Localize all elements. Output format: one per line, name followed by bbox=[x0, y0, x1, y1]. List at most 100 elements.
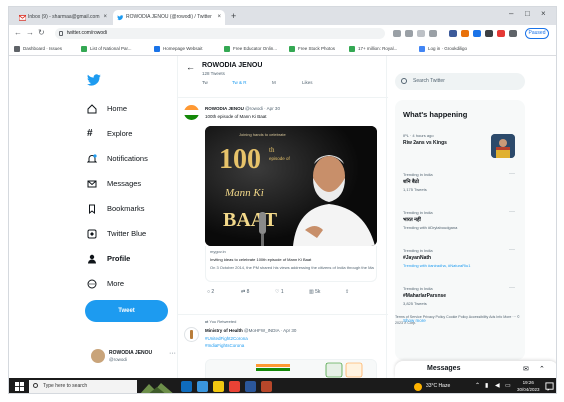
account-switcher[interactable]: ROWODIA JENOU @rowodi ··· bbox=[85, 346, 181, 370]
chevron-up-icon[interactable]: ⌃ bbox=[539, 365, 545, 373]
extension-icon[interactable] bbox=[497, 30, 505, 37]
search-input[interactable]: Search Twitter bbox=[395, 73, 525, 90]
hashtag-link[interactable]: #UnitedFight2Corona bbox=[205, 336, 248, 341]
star-icon[interactable] bbox=[417, 30, 425, 37]
twitter-logo-icon[interactable] bbox=[87, 74, 101, 86]
nav-twitter-blue[interactable]: Twitter Blue bbox=[85, 225, 146, 243]
nav-bookmarks[interactable]: Bookmarks bbox=[85, 200, 145, 218]
battery-icon[interactable]: ▭ bbox=[505, 381, 511, 392]
avatar[interactable] bbox=[184, 105, 199, 120]
tweet-author[interactable]: Ministry of Health @MoHFW_INDIA · Apr 30 bbox=[205, 328, 296, 333]
new-tab-button[interactable]: + bbox=[231, 10, 236, 22]
tweet[interactable]: ⇄ You Retweeted Ministry of Health @MoHF… bbox=[178, 314, 388, 378]
tab-likes[interactable]: Likes bbox=[302, 80, 313, 85]
bookmark-item[interactable]: 17+ million: Royal... bbox=[349, 45, 397, 53]
close-icon[interactable]: × bbox=[103, 10, 107, 25]
more-circle-icon bbox=[87, 279, 97, 289]
bookmark-item[interactable]: Log in · Grookdiligo bbox=[419, 45, 467, 53]
nav-notifications[interactable]: Notifications bbox=[85, 150, 148, 168]
bookmark-icon bbox=[419, 46, 425, 52]
tab-replies[interactable]: Tw & R bbox=[232, 80, 247, 85]
notification-icon[interactable] bbox=[545, 382, 554, 391]
tweet[interactable]: ROWODIA JENOU @rowodi · Apr 30 100th epi… bbox=[178, 103, 388, 305]
extension-icon[interactable] bbox=[473, 30, 481, 37]
new-message-icon[interactable]: ✉ bbox=[523, 365, 529, 373]
back-icon[interactable]: ← bbox=[14, 28, 22, 38]
extension-icon[interactable] bbox=[461, 30, 469, 37]
tweet-button[interactable]: Tweet bbox=[85, 300, 168, 322]
tab-media[interactable]: M bbox=[272, 80, 276, 85]
messages-drawer[interactable]: Messages ✉ ⌃ bbox=[395, 361, 556, 378]
hashtag-link[interactable]: #IndiaFightsCorona bbox=[205, 343, 244, 348]
taskbar-search-input[interactable]: Type here to search bbox=[29, 380, 137, 393]
bell-icon bbox=[87, 154, 97, 163]
share-button[interactable]: ⇪ bbox=[345, 289, 349, 295]
card-title: Inviting ideas to celebrate 100th episod… bbox=[210, 257, 312, 262]
nav-explore[interactable]: # Explore bbox=[85, 125, 132, 143]
edge-icon[interactable] bbox=[181, 381, 192, 392]
card-domain: mygov.in bbox=[210, 249, 226, 254]
close-icon[interactable]: × bbox=[217, 10, 221, 25]
tweet-image[interactable] bbox=[205, 359, 377, 378]
address-bar[interactable]: twitter.com/rowodi bbox=[55, 28, 385, 39]
reply-button[interactable]: ○ 2 bbox=[207, 289, 214, 295]
more-icon[interactable]: ··· bbox=[509, 171, 515, 177]
nav-profile[interactable]: Profile bbox=[85, 250, 130, 268]
chevron-up-icon[interactable]: ⌃ bbox=[475, 381, 480, 392]
puzzle-icon[interactable] bbox=[485, 30, 493, 37]
tab-tweets[interactable]: Tw bbox=[202, 80, 208, 85]
bookmark-item[interactable]: Free Educator Onlin... bbox=[224, 45, 277, 53]
tab-twitter[interactable]: ROWODIA JENOU (@rowodi) / Twitter × bbox=[113, 10, 225, 25]
avatar[interactable] bbox=[184, 327, 199, 342]
bookmark-icon bbox=[154, 46, 160, 52]
word-icon[interactable] bbox=[245, 381, 256, 392]
like-button[interactable]: ♡ 1 bbox=[275, 289, 284, 295]
back-arrow-icon[interactable]: ← bbox=[186, 62, 195, 72]
more-icon[interactable]: ··· bbox=[509, 209, 515, 215]
reload-icon[interactable]: ↻ bbox=[38, 28, 45, 38]
more-icon[interactable]: ··· bbox=[509, 285, 515, 291]
maximize-button[interactable]: □ bbox=[525, 9, 530, 18]
link-card[interactable]: mygov.in Inviting ideas to celebrate 100… bbox=[205, 246, 377, 282]
profile-paused-button[interactable]: Paused bbox=[525, 28, 549, 39]
zoom-icon[interactable] bbox=[405, 30, 413, 37]
weather-widget[interactable]: 33°C Haze bbox=[414, 381, 450, 392]
bookmark-item[interactable]: Homepage Websait bbox=[154, 45, 202, 53]
bookmark-item[interactable]: List of National Par... bbox=[81, 45, 132, 53]
tab-gmail[interactable]: Inbox (9) - sharmaa@gmail.com × bbox=[15, 10, 111, 25]
tweet-actions: ○ 2 ⇄ 8 ♡ 1 ▥ 5k ⇪ bbox=[205, 289, 377, 299]
home-icon bbox=[87, 104, 97, 114]
volume-icon[interactable]: ◀ bbox=[495, 381, 500, 392]
nav-messages[interactable]: Messages bbox=[85, 175, 141, 193]
clock[interactable]: 19:26 30/04/2023 bbox=[517, 379, 540, 393]
powerpoint-icon[interactable] bbox=[261, 381, 272, 392]
extension-icon[interactable] bbox=[429, 30, 437, 37]
file-explorer-icon[interactable] bbox=[213, 381, 224, 392]
nav-more[interactable]: More bbox=[85, 275, 124, 293]
extension-icon[interactable] bbox=[449, 30, 457, 37]
footer-links[interactable]: Terms of Service Privacy Policy Cookie P… bbox=[395, 314, 525, 326]
bookmark-icon bbox=[224, 46, 230, 52]
chrome-icon[interactable] bbox=[229, 381, 240, 392]
url-text: twitter.com/rowodi bbox=[67, 30, 108, 36]
minimize-button[interactable]: – bbox=[509, 9, 513, 18]
bookmark-item[interactable]: Dashboard · Issues bbox=[14, 45, 62, 53]
sidebar-icon[interactable] bbox=[509, 30, 517, 37]
store-icon[interactable] bbox=[197, 381, 208, 392]
views-button[interactable]: ▥ 5k bbox=[309, 289, 320, 295]
network-icon[interactable]: ▮ bbox=[485, 381, 488, 392]
bookmark-icon bbox=[81, 46, 87, 52]
tweet-author[interactable]: ROWODIA JENOU @rowodi · Apr 30 bbox=[205, 106, 280, 111]
nav-home[interactable]: Home bbox=[85, 100, 127, 118]
more-icon[interactable]: ··· bbox=[169, 350, 176, 357]
tab-strip: Inbox (9) - sharmaa@gmail.com × ROWODIA … bbox=[9, 7, 556, 25]
tweet-image[interactable]: Joining hands to celebrate 100 th episod… bbox=[205, 126, 377, 246]
forward-icon[interactable]: → bbox=[26, 28, 34, 38]
share-icon[interactable] bbox=[393, 30, 401, 37]
retweet-button[interactable]: ⇄ 8 bbox=[241, 289, 249, 295]
bookmark-item[interactable]: Free Stock Photos bbox=[289, 45, 335, 53]
search-highlight-icon[interactable] bbox=[139, 381, 175, 394]
close-window-button[interactable]: × bbox=[541, 9, 546, 18]
windows-start-icon[interactable] bbox=[15, 382, 24, 391]
more-icon[interactable]: ··· bbox=[509, 247, 515, 253]
